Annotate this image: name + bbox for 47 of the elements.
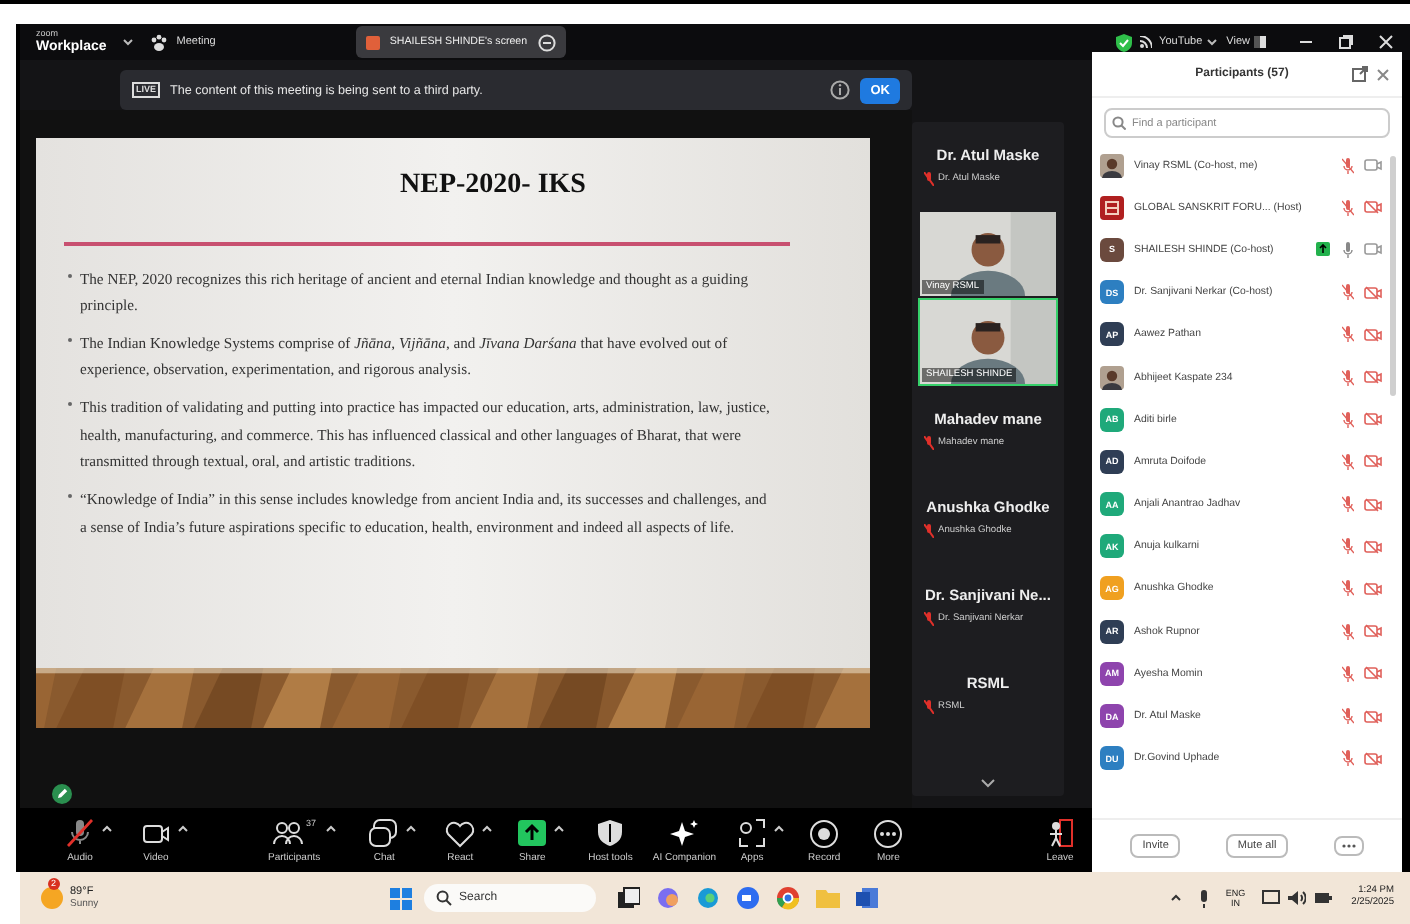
chrome-icon[interactable] [775,886,800,910]
caret-up-icon[interactable] [774,823,785,831]
sun-icon [40,886,64,910]
more-icon [872,817,905,847]
chevron-down-icon[interactable] [980,778,996,788]
battery-icon[interactable] [1313,890,1332,906]
document-icon[interactable] [855,886,880,910]
pencil-icon[interactable] [52,784,72,804]
microphone-icon[interactable] [1197,889,1210,907]
pop-out-icon[interactable] [1352,66,1368,82]
caret-up-icon[interactable] [482,823,493,831]
options-icon[interactable] [537,33,556,51]
leave-icon [1044,817,1076,847]
shield-icon [594,817,627,847]
windows-icon[interactable] [389,887,412,909]
heart-icon [444,817,477,847]
chevron-down-icon[interactable] [1206,38,1219,46]
task-view-icon[interactable] [615,886,640,910]
chevron-up-icon[interactable] [1169,894,1182,902]
share-screen-icon [365,35,380,49]
caret-up-icon[interactable] [326,823,337,831]
people-icon [272,817,305,847]
search-icon [1112,116,1126,130]
scroll-bar[interactable] [1390,156,1396,396]
info-icon[interactable] [830,80,851,100]
stream-icon [1139,36,1152,48]
copilot-icon[interactable] [655,886,680,910]
chat-icon [368,817,401,847]
record-icon [808,817,841,847]
video-app-icon[interactable] [735,886,760,910]
logo-icon [1100,195,1124,220]
speaker-icon[interactable] [1287,890,1306,906]
restore-icon[interactable] [1338,34,1354,50]
apps-icon [736,817,769,847]
caret-up-icon[interactable] [554,823,565,831]
search-icon [435,890,452,906]
share-icon [516,817,549,847]
chevron-down-icon[interactable] [122,38,135,46]
layout-icon[interactable] [1254,36,1266,48]
network-icon[interactable] [1261,890,1280,906]
sparkle-icon [668,817,701,847]
edge-icon[interactable] [695,886,720,910]
caret-up-icon[interactable] [102,823,112,831]
paw-icon [150,33,169,51]
caret-up-icon[interactable] [178,823,188,831]
slide-title: NEP-2020- IKS [398,170,588,202]
caret-up-icon[interactable] [406,823,417,831]
